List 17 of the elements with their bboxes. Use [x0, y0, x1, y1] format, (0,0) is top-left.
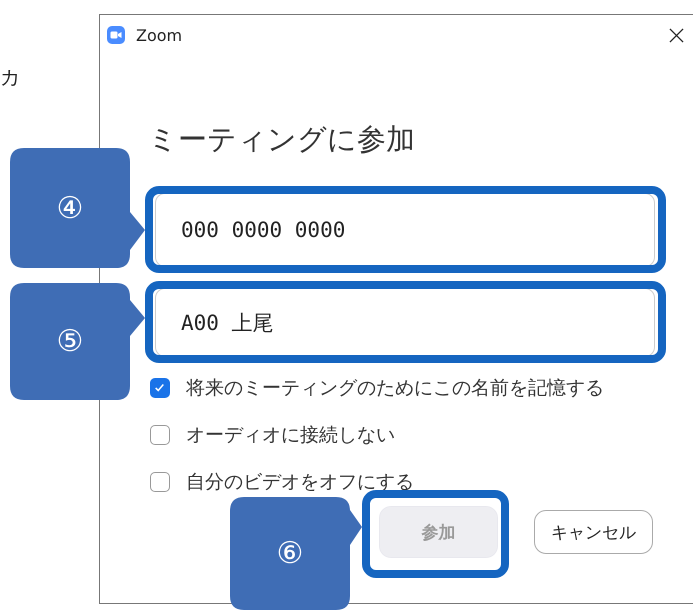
checkbox[interactable]	[150, 378, 170, 398]
close-icon[interactable]	[669, 28, 684, 42]
dialog-heading: ミーティングに参加	[148, 121, 416, 158]
window-title: Zoom	[136, 26, 182, 44]
callout-label: ⑤	[10, 283, 145, 400]
checkbox-label: オーディオに接続しない	[186, 423, 395, 448]
cut-off-text: カ	[0, 64, 20, 90]
callout-label: ④	[10, 148, 145, 268]
checkbox[interactable]	[150, 472, 170, 492]
callout-label: ⑥	[230, 497, 362, 610]
checkbox-label: 自分のビデオをオフにする	[186, 470, 414, 495]
cancel-button[interactable]: キャンセル	[534, 510, 653, 554]
checkbox-label: 将来のミーティングのためにこの名前を記憶する	[186, 376, 604, 401]
input-field[interactable]: A00 上尾	[155, 288, 655, 357]
checkbox[interactable]	[150, 425, 170, 445]
video-camera-icon	[107, 26, 125, 44]
input-field[interactable]: 000 0000 0000	[155, 193, 655, 267]
